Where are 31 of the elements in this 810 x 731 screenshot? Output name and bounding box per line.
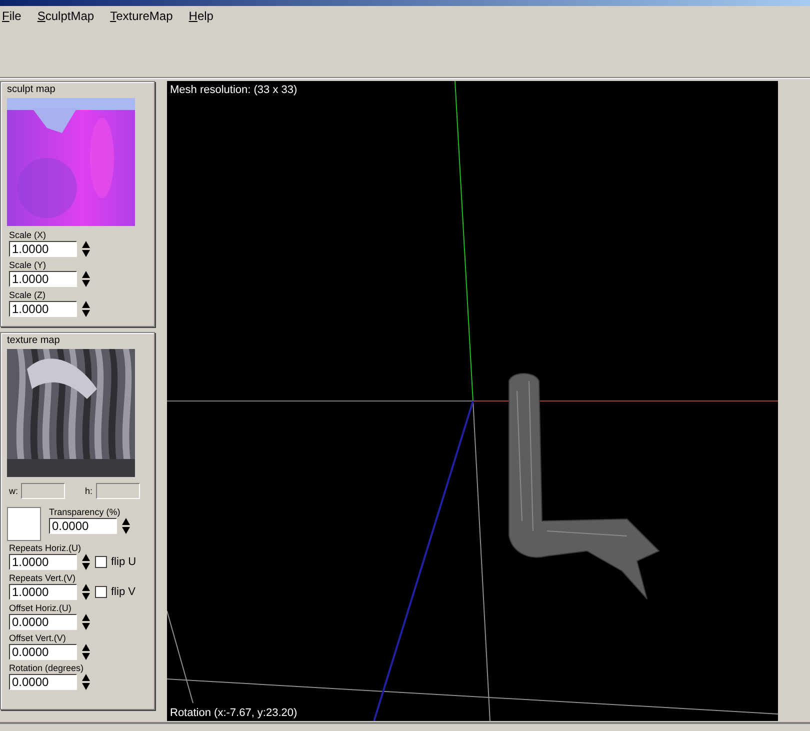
checkbox-label: flip U bbox=[111, 556, 136, 568]
number-field[interactable]: 1.0000 bbox=[9, 584, 77, 600]
menu-item[interactable]: Help bbox=[188, 9, 230, 23]
field-label: Repeats Horiz.(U) bbox=[9, 543, 82, 553]
field-label: Transparency (%) bbox=[49, 507, 122, 517]
menu-item[interactable]: SculptMap bbox=[37, 9, 110, 23]
number-field[interactable]: 0.0000 bbox=[9, 644, 77, 660]
width-label: w: bbox=[9, 486, 18, 496]
number-field[interactable]: 1.0000 bbox=[9, 241, 77, 257]
menu-item[interactable]: File bbox=[2, 9, 38, 23]
panel-title: texture map bbox=[7, 335, 61, 346]
menu-item[interactable]: TextureMap bbox=[110, 9, 189, 23]
3d-viewport[interactable]: Mesh resolution: (33 x 33) Rotation (x:-7.67, y:23.20) bbox=[167, 81, 778, 721]
field-label: Offset Vert.(V) bbox=[9, 633, 67, 643]
number-field[interactable]: 0.0000 bbox=[9, 674, 77, 690]
number-field[interactable]: 1.0000 bbox=[9, 301, 77, 317]
field-label: Offset Horiz.(U) bbox=[9, 603, 72, 613]
field-label: Repeats Vert.(V) bbox=[9, 573, 77, 583]
height-label: h: bbox=[85, 486, 93, 496]
rotation-text: Rotation (x:-7.67, y:23.20) bbox=[170, 707, 298, 719]
number-field[interactable]: 0.0000 bbox=[49, 518, 117, 534]
checkbox-label: flip V bbox=[111, 586, 136, 598]
field-label: Rotation (degrees) bbox=[9, 663, 85, 673]
field-label: Scale (Z) bbox=[9, 290, 47, 300]
number-field[interactable]: 1.0000 bbox=[9, 271, 77, 287]
field-label: Scale (Y) bbox=[9, 260, 48, 270]
field-label: Scale (X) bbox=[9, 230, 48, 240]
mesh-resolution-text: Mesh resolution: (33 x 33) bbox=[170, 84, 298, 96]
panel-title: sculpt map bbox=[7, 84, 56, 95]
number-field[interactable]: 0.0000 bbox=[9, 614, 77, 630]
number-field[interactable]: 1.0000 bbox=[9, 554, 77, 570]
